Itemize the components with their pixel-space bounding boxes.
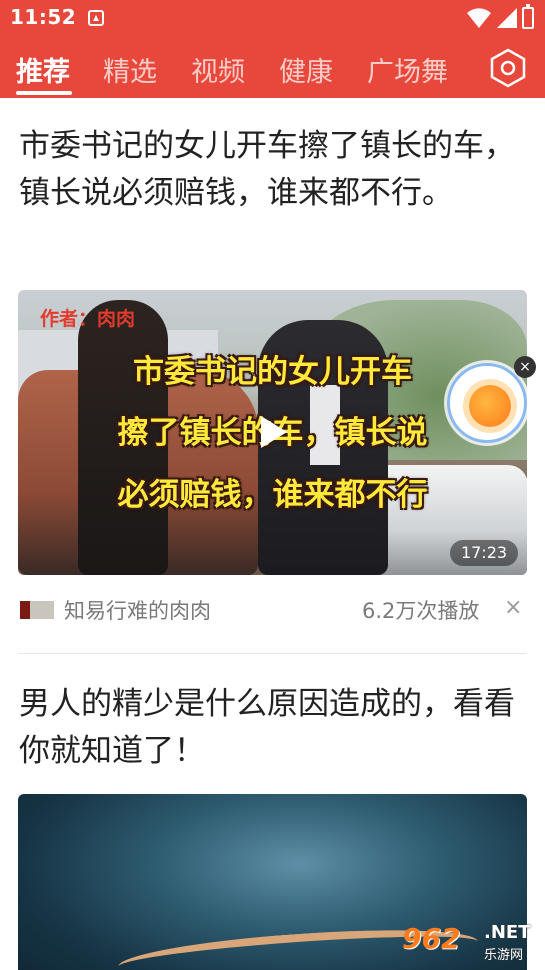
watermark-logo: 962 .NET 乐游网 (402, 918, 542, 968)
article-title[interactable]: 男人的精少是什么原因造成的，看看你就知道了！ (19, 681, 524, 775)
notification-icon (88, 10, 104, 26)
play-count: 6.2万次播放 (362, 599, 480, 623)
source-avatar[interactable] (20, 601, 54, 619)
play-icon[interactable] (261, 416, 287, 448)
status-bar: 11:52 (0, 0, 545, 36)
settings-hexagon-icon[interactable] (487, 47, 529, 89)
watermark-site: 乐游网 (484, 948, 524, 963)
watermark-net: .NET (484, 922, 531, 943)
duration-badge: 17:23 (450, 540, 518, 566)
tab-recommend[interactable]: 推荐 (16, 50, 70, 89)
video-thumbnail[interactable]: 作者：肉肉 市委书记的女儿开车 擦了镇长的车，镇长说 必须赔钱，谁来都不行 17… (18, 290, 527, 575)
status-time: 11:52 (10, 5, 77, 29)
source-name[interactable]: 知易行难的肉肉 (64, 595, 211, 625)
feed-list[interactable]: 市委书记的女儿开车擦了镇长的车，镇长说必须赔钱，谁来都不行。 作者：肉肉 市委书… (0, 98, 545, 970)
article-meta: 知易行难的肉肉 6.2万次播放 × (18, 595, 527, 625)
dismiss-button[interactable]: × (504, 595, 522, 620)
article-title[interactable]: 市委书记的女儿开车擦了镇长的车，镇长说必须赔钱，谁来都不行。 (19, 123, 524, 217)
active-tab-indicator (16, 91, 72, 95)
watermark-number: 962 (402, 922, 461, 955)
wifi-icon (467, 8, 491, 28)
tab-video[interactable]: 视频 (191, 50, 245, 89)
divider (18, 653, 527, 654)
widget-close-button[interactable]: × (514, 356, 536, 378)
signal-icon (497, 8, 517, 28)
tab-square-dance[interactable]: 广场舞 (367, 50, 448, 89)
top-nav: 推荐 精选 视频 健康 广场舞 (0, 36, 545, 98)
tab-health[interactable]: 健康 (279, 50, 333, 89)
battery-icon (522, 4, 534, 29)
sun-weather-icon (469, 385, 511, 427)
thumb-caption-line: 必须赔钱，谁来都不行 (117, 477, 428, 513)
thumb-author-tag: 作者：肉肉 (40, 308, 136, 330)
floating-weather-widget[interactable] (447, 363, 527, 443)
tab-selected[interactable]: 精选 (103, 50, 157, 89)
